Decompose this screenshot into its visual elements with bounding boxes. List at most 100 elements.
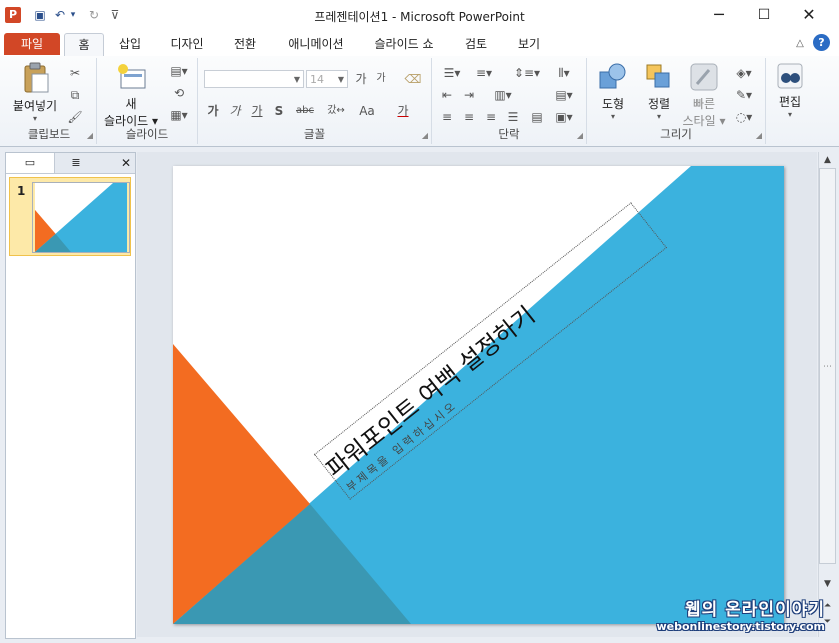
minimize-button[interactable]: ─ — [697, 0, 741, 30]
paste-dropdown-icon[interactable]: ▾ — [6, 114, 64, 123]
help-icon[interactable]: ? — [813, 34, 830, 51]
text-shadow-icon[interactable]: S — [270, 102, 288, 120]
line-spacing-icon[interactable]: ⇕≡▾ — [512, 64, 542, 82]
align-text-icon[interactable]: ▤▾ — [550, 86, 578, 104]
slides-pane: ▭ ≣ ✕ 1 — [5, 152, 136, 639]
numbering-icon[interactable]: ≡▾ — [470, 64, 498, 82]
title-bar: P ▣ ↶ ▾ ↻ ⊽ 프레젠테이션1 - Microsoft PowerPoi… — [0, 0, 839, 30]
clear-formatting-icon[interactable]: ⌫ — [404, 70, 422, 88]
tab-insert[interactable]: 삽입 — [108, 33, 152, 55]
font-size-dropdown-icon[interactable]: ▼ — [338, 71, 344, 89]
increase-indent-icon[interactable]: ⇥ — [460, 86, 478, 104]
watermark-title: 웹의 온라인이야기 — [684, 600, 825, 620]
shape-outline-icon[interactable]: ✎▾ — [731, 86, 757, 104]
watermark-url: webonlinestory.tistory.com — [656, 620, 825, 633]
new-slide-button[interactable]: 새 슬라이드 ▾ — [101, 62, 161, 129]
underline-icon[interactable]: 가 — [248, 102, 266, 120]
scroll-down-icon[interactable]: ▼ — [819, 576, 836, 592]
tab-design[interactable]: 디자인 — [158, 33, 216, 55]
slide[interactable]: 파워포인트 여백 설정하기 부제목을 입력하십시오 — [173, 166, 784, 624]
clipboard-group-label: 클립보드 — [27, 127, 71, 141]
slides-group-label: 슬라이드 — [125, 127, 169, 141]
font-color-icon[interactable]: 가 — [394, 102, 412, 120]
distributed-icon[interactable]: ▤ — [528, 108, 546, 126]
paste-label: 붙여넣기 — [12, 99, 58, 113]
slide-thumbnail-item[interactable]: 1 — [9, 177, 131, 256]
font-size-combo[interactable]: 14 ▼ — [306, 70, 348, 88]
shrink-font-icon[interactable]: 가 — [372, 70, 390, 88]
columns-icon[interactable]: ▥▾ — [490, 86, 516, 104]
outline-tab[interactable]: ≣ — [56, 153, 96, 173]
slides-tab[interactable]: ▭ — [6, 153, 55, 173]
drawing-group-label: 그리기 — [660, 127, 692, 141]
align-left-icon[interactable]: ≡ — [438, 108, 456, 126]
font-dialog-launcher-icon[interactable]: ◢ — [422, 131, 428, 140]
close-button[interactable]: ✕ — [787, 0, 831, 30]
tab-slide-show[interactable]: 슬라이드 쇼 — [362, 33, 446, 55]
slide-number: 1 — [17, 184, 26, 198]
clipboard-group: 붙여넣기 ▾ ✂ ⧉ 🖌 클립보드 ◢ — [2, 58, 97, 144]
tab-transitions[interactable]: 전환 — [222, 33, 268, 55]
shapes-label: 도형 — [601, 97, 625, 111]
bold-icon[interactable]: 가 — [204, 102, 222, 120]
font-name-combo[interactable]: ▼ — [204, 70, 304, 88]
drawing-group: 도형 ▾ 정렬 ▾ 빠른 스타일 ▾ ◈▾ ✎▾ ◌▾ 그리기 ◢ — [587, 58, 766, 144]
drawing-dialog-launcher-icon[interactable]: ◢ — [756, 131, 762, 140]
font-size-value: 14 — [310, 73, 324, 86]
watermark: 웹의 온라인이야기 webonlinestory.tistory.com — [656, 595, 825, 633]
copy-icon[interactable]: ⧉ — [66, 86, 84, 104]
maximize-button[interactable]: ☐ — [742, 0, 786, 30]
justify-icon[interactable]: ☰ — [504, 108, 522, 126]
shape-fill-icon[interactable]: ◈▾ — [731, 64, 757, 82]
text-direction-icon[interactable]: ⦀▾ — [550, 64, 578, 82]
cut-icon[interactable]: ✂ — [66, 64, 84, 82]
quick-styles-label-1: 빠른 — [692, 97, 716, 111]
format-painter-icon[interactable]: 🖌 — [66, 108, 84, 126]
align-right-icon[interactable]: ≡ — [482, 108, 500, 126]
font-group-label: 글꼴 — [303, 127, 326, 141]
align-center-icon[interactable]: ≡ — [460, 108, 478, 126]
tab-view[interactable]: 보기 — [506, 33, 552, 55]
reset-slide-icon[interactable]: ⟲ — [167, 84, 191, 102]
editing-button[interactable]: 편집 ▾ — [772, 62, 808, 119]
section-icon[interactable]: ▦▾ — [167, 106, 191, 124]
grow-font-icon[interactable]: 가 — [352, 70, 370, 88]
ribbon: 붙여넣기 ▾ ✂ ⧉ 🖌 클립보드 ◢ 새 슬라이드 ▾ ▤▾ ⟲ ▦▾ 슬라이… — [0, 56, 839, 147]
new-slide-label-1: 새 — [125, 97, 137, 111]
scroll-thumb[interactable]: ⋯ — [819, 168, 836, 564]
paste-icon — [24, 62, 49, 93]
smartart-icon[interactable]: ▣▾ — [550, 108, 578, 126]
clipboard-dialog-launcher-icon[interactable]: ◢ — [87, 131, 93, 140]
tab-file[interactable]: 파일 — [4, 33, 60, 55]
arrange-label: 정렬 — [647, 97, 671, 111]
vertical-scrollbar[interactable]: ▲ ⋯ ▼ ⏶ ⏷ — [818, 152, 836, 637]
slide-thumbnail[interactable] — [32, 182, 130, 253]
collapse-ribbon-icon[interactable]: △ — [792, 33, 808, 55]
arrange-button[interactable]: 정렬 ▾ — [637, 62, 681, 121]
shapes-button[interactable]: 도형 ▾ — [591, 62, 635, 121]
character-spacing-icon[interactable]: 갔↔ — [322, 102, 350, 120]
decrease-indent-icon[interactable]: ⇤ — [438, 86, 456, 104]
paste-button[interactable]: 붙여넣기 ▾ — [6, 62, 64, 123]
tab-home[interactable]: 홈 — [64, 33, 104, 57]
change-case-icon[interactable]: Aa — [354, 102, 380, 120]
ribbon-tabs: 파일 홈 삽입 디자인 전환 애니메이션 슬라이드 쇼 검토 보기 △ ? — [0, 30, 839, 57]
shape-effects-icon[interactable]: ◌▾ — [731, 108, 757, 126]
slide-thumbnail-graphic — [34, 183, 128, 252]
italic-icon[interactable]: 가 — [226, 102, 244, 120]
close-pane-icon[interactable]: ✕ — [121, 153, 131, 173]
layout-icon[interactable]: ▤▾ — [167, 62, 191, 80]
shapes-icon — [599, 63, 626, 89]
bullets-icon[interactable]: ☰▾ — [438, 64, 466, 82]
scroll-up-icon[interactable]: ▲ — [819, 152, 836, 168]
font-name-dropdown-icon[interactable]: ▼ — [294, 71, 300, 89]
quick-styles-button[interactable]: 빠른 스타일 ▾ — [681, 62, 727, 129]
editing-label: 편집 — [778, 95, 802, 109]
slides-group: 새 슬라이드 ▾ ▤▾ ⟲ ▦▾ 슬라이드 — [97, 58, 198, 144]
binoculars-icon — [777, 63, 803, 89]
tab-review[interactable]: 검토 — [452, 33, 500, 55]
quick-styles-icon — [690, 63, 718, 91]
strikethrough-icon[interactable]: abc — [292, 102, 318, 120]
paragraph-dialog-launcher-icon[interactable]: ◢ — [577, 131, 583, 140]
tab-animations[interactable]: 애니메이션 — [274, 33, 358, 55]
